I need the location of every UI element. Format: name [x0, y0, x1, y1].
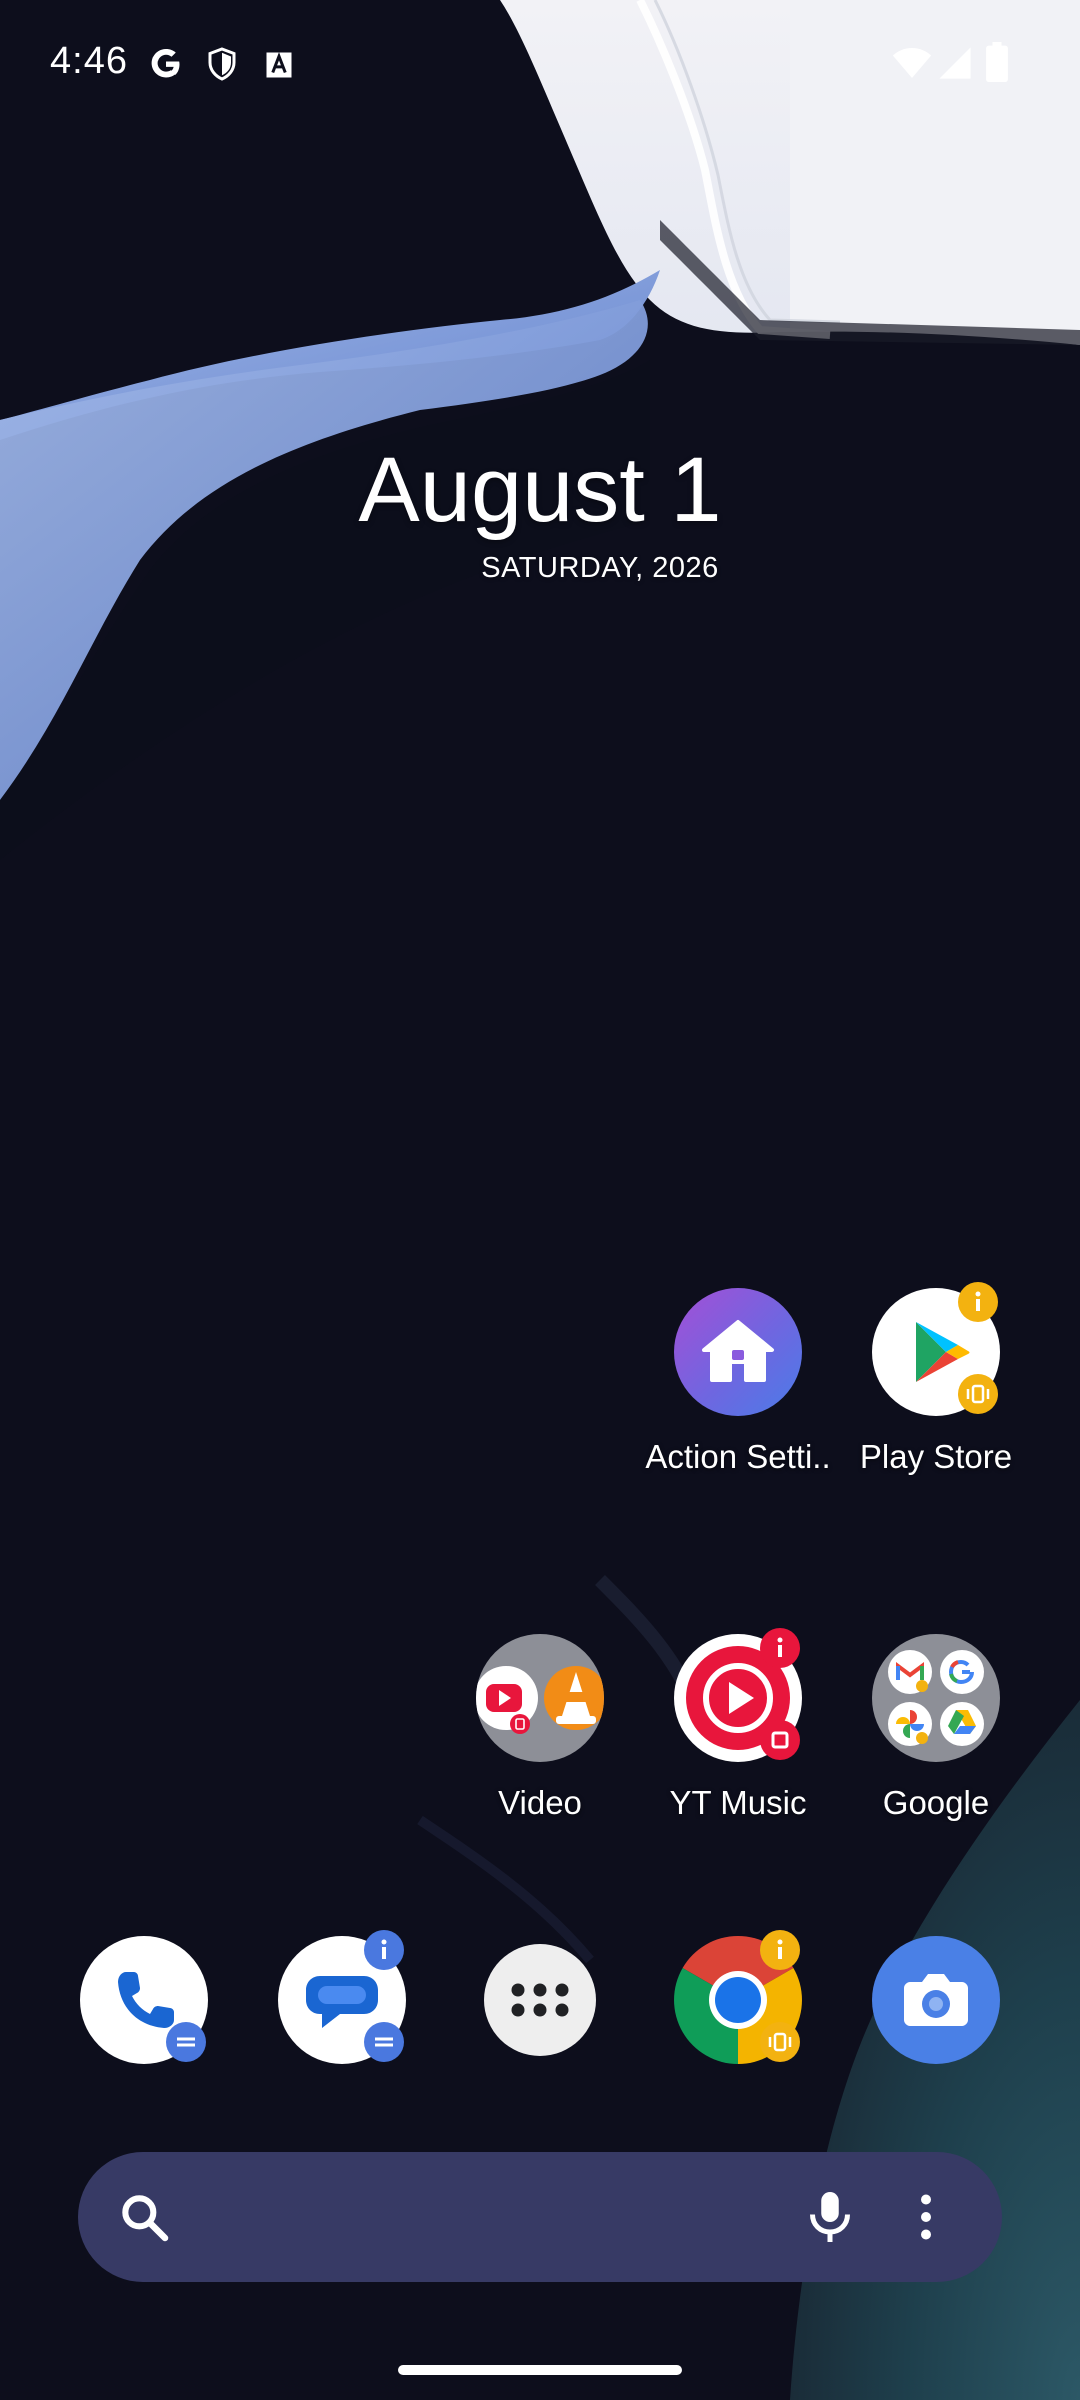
dock-phone[interactable]	[44, 1936, 244, 2166]
google-folder-icon	[872, 1634, 1000, 1762]
dock-app-drawer[interactable]	[440, 1936, 640, 2166]
google-g-icon	[148, 46, 184, 87]
more-vert-icon[interactable]	[896, 2187, 956, 2247]
chrome-icon	[674, 1930, 802, 2064]
app-folder-google[interactable]: Google	[836, 1634, 1036, 1864]
app-label: YT Music	[669, 1784, 807, 1821]
menu-badge-icon	[364, 2022, 404, 2062]
battery-icon	[986, 42, 1008, 87]
vibrate-badge-icon	[760, 2022, 800, 2062]
yt-music-icon	[674, 1628, 802, 1762]
info-badge-icon	[760, 1628, 800, 1668]
app-label: Video	[498, 1784, 582, 1821]
app-yt-music[interactable]: YT Music	[638, 1628, 838, 1864]
phone-icon	[80, 1936, 208, 2064]
vibrate-badge-icon	[958, 1374, 998, 1414]
app-label: Action Setti..	[645, 1438, 831, 1475]
gesture-nav-handle[interactable]	[398, 2365, 682, 2375]
app-label: Google	[882, 1784, 990, 1821]
dock-messages[interactable]	[242, 1930, 442, 2166]
dock-camera[interactable]	[836, 1936, 1036, 2166]
video-folder-icon	[476, 1634, 604, 1762]
camera-icon	[872, 1936, 1000, 2064]
wifi-icon	[892, 46, 932, 85]
status-bar: 4:46	[0, 0, 1080, 130]
clock-day-year[interactable]: SATURDAY, 2026	[440, 552, 760, 585]
search-icon[interactable]	[116, 2189, 172, 2245]
app-drawer-icon	[484, 1944, 596, 2056]
font-a-icon	[264, 50, 294, 85]
home-screen: 4:46 August 1 SATURDAY, 2026 Action Sett…	[0, 0, 1080, 2400]
messages-icon	[278, 1930, 406, 2064]
app-action-settings[interactable]: Action Setti..	[638, 1288, 838, 1518]
square-badge-icon	[760, 1720, 800, 1760]
play-store-icon	[872, 1282, 1000, 1416]
app-play-store[interactable]: Play Store	[836, 1282, 1036, 1518]
house-icon	[674, 1288, 802, 1416]
info-badge-icon	[958, 1282, 998, 1322]
search-bar[interactable]	[78, 2152, 1002, 2282]
signal-icon	[938, 46, 972, 85]
mic-icon[interactable]	[800, 2187, 860, 2247]
app-folder-video[interactable]: Video	[440, 1634, 640, 1864]
clock-date[interactable]: August 1	[340, 438, 740, 543]
shield-icon	[204, 46, 240, 87]
menu-badge-icon	[166, 2022, 206, 2062]
status-time: 4:46	[50, 40, 128, 82]
info-badge-icon	[364, 1930, 404, 1970]
dock-chrome[interactable]	[638, 1930, 838, 2166]
info-badge-icon	[760, 1930, 800, 1970]
app-label: Play Store	[859, 1438, 1013, 1475]
